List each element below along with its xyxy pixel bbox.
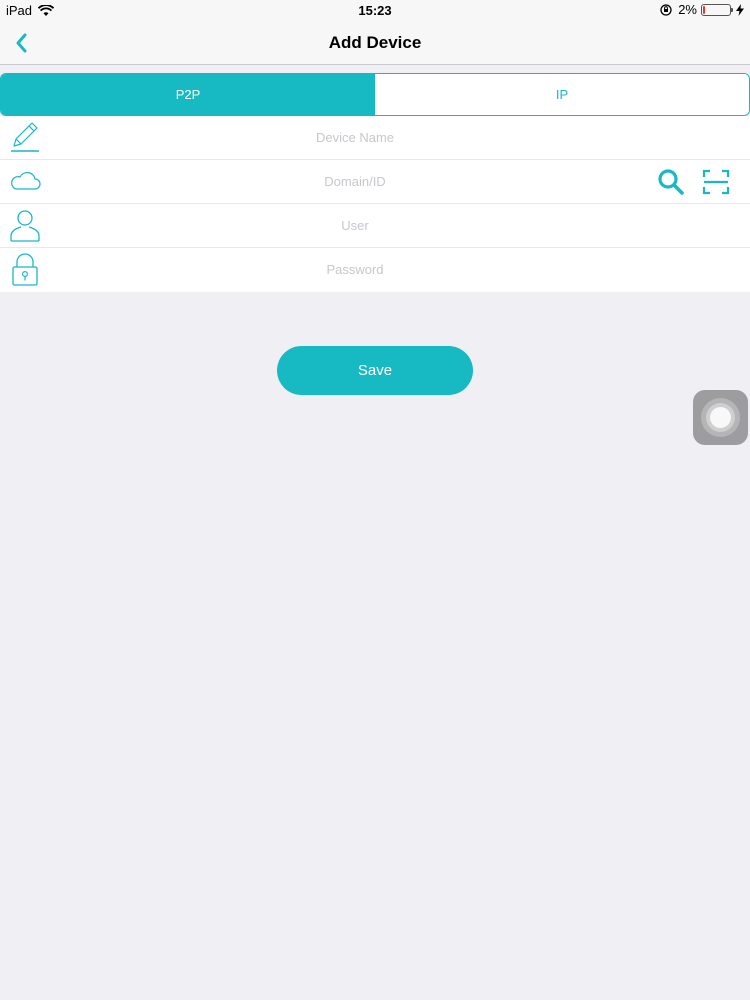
device-form xyxy=(0,116,750,292)
password-input[interactable] xyxy=(60,261,650,278)
qr-scan-icon[interactable] xyxy=(700,166,732,198)
charging-icon xyxy=(736,3,744,16)
user-row xyxy=(0,204,750,248)
battery-icon xyxy=(701,3,733,16)
save-button[interactable]: Save xyxy=(277,346,473,395)
battery-percent: 2% xyxy=(678,2,697,17)
page-title: Add Device xyxy=(328,33,422,52)
status-bar: iPad 15:23 2% xyxy=(0,0,750,22)
user-icon xyxy=(10,210,40,242)
tab-ip[interactable]: IP xyxy=(375,74,749,115)
connection-type-tabs: P2P IP xyxy=(0,73,750,116)
status-time: 15:23 xyxy=(358,3,392,18)
user-input[interactable] xyxy=(60,217,650,234)
domain-id-row xyxy=(0,160,750,204)
password-row xyxy=(0,248,750,292)
assistive-touch-button[interactable] xyxy=(693,390,748,445)
search-icon[interactable] xyxy=(655,166,687,198)
device-name-row xyxy=(0,116,750,160)
tab-p2p[interactable]: P2P xyxy=(1,74,375,115)
pencil-icon xyxy=(11,122,39,152)
lock-icon xyxy=(12,253,38,286)
orientation-lock-icon xyxy=(660,3,672,16)
navigation-bar: Add Device xyxy=(0,22,750,65)
device-name-input[interactable] xyxy=(60,129,650,146)
domain-id-input[interactable] xyxy=(60,173,650,190)
cloud-icon xyxy=(11,171,41,190)
